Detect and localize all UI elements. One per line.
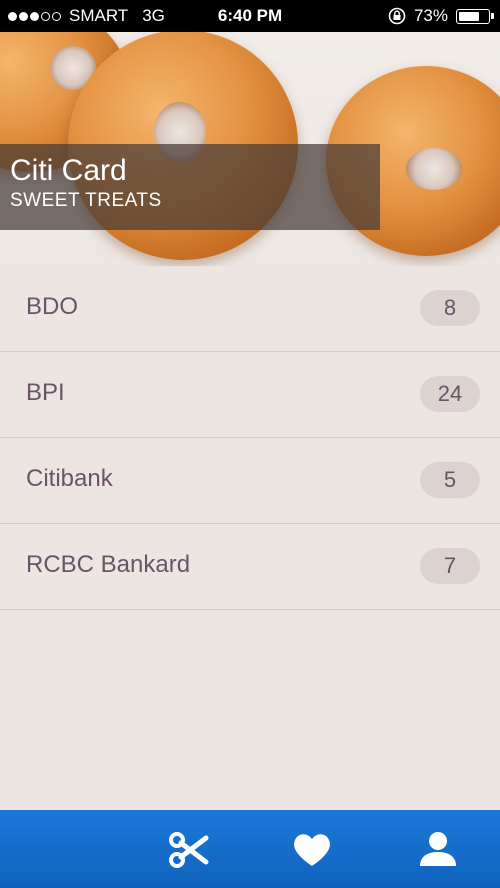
count-badge: 24 (420, 376, 480, 412)
card-title: Citi Card (10, 154, 127, 187)
bank-name: Citibank (26, 465, 113, 492)
list-item[interactable]: BPI 24 (0, 352, 500, 438)
card-caption: Citi Card SWEET TREATS (0, 144, 380, 230)
hero-image: Citi Card SWEET TREATS (0, 32, 500, 266)
list-item[interactable]: RCBC Bankard 7 (0, 524, 500, 610)
tab-profile[interactable] (416, 828, 460, 872)
orientation-lock-icon (388, 7, 406, 25)
bank-list: BDO 8 BPI 24 Citibank 5 RCBC Bankard 7 (0, 266, 500, 610)
bank-name: BDO (26, 293, 79, 320)
count-badge: 5 (420, 462, 480, 498)
scissors-icon (169, 832, 209, 868)
tab-bar (0, 810, 500, 888)
list-item[interactable]: Citibank 5 (0, 438, 500, 524)
bank-name: RCBC Bankard (26, 551, 191, 578)
tab-favorites[interactable] (290, 828, 334, 872)
count-badge: 8 (420, 290, 480, 326)
status-bar: SMART 3G 6:40 PM 73% (0, 0, 500, 32)
user-icon (420, 832, 456, 866)
card-subtitle: SWEET TREATS (10, 190, 162, 211)
tab-deals[interactable] (166, 828, 210, 872)
list-item[interactable]: BDO 8 (0, 266, 500, 352)
heart-icon (294, 834, 330, 866)
bank-name: BPI (26, 379, 65, 406)
battery-percent: 73% (413, 6, 448, 25)
count-badge: 7 (420, 548, 480, 584)
battery-icon (456, 8, 494, 24)
